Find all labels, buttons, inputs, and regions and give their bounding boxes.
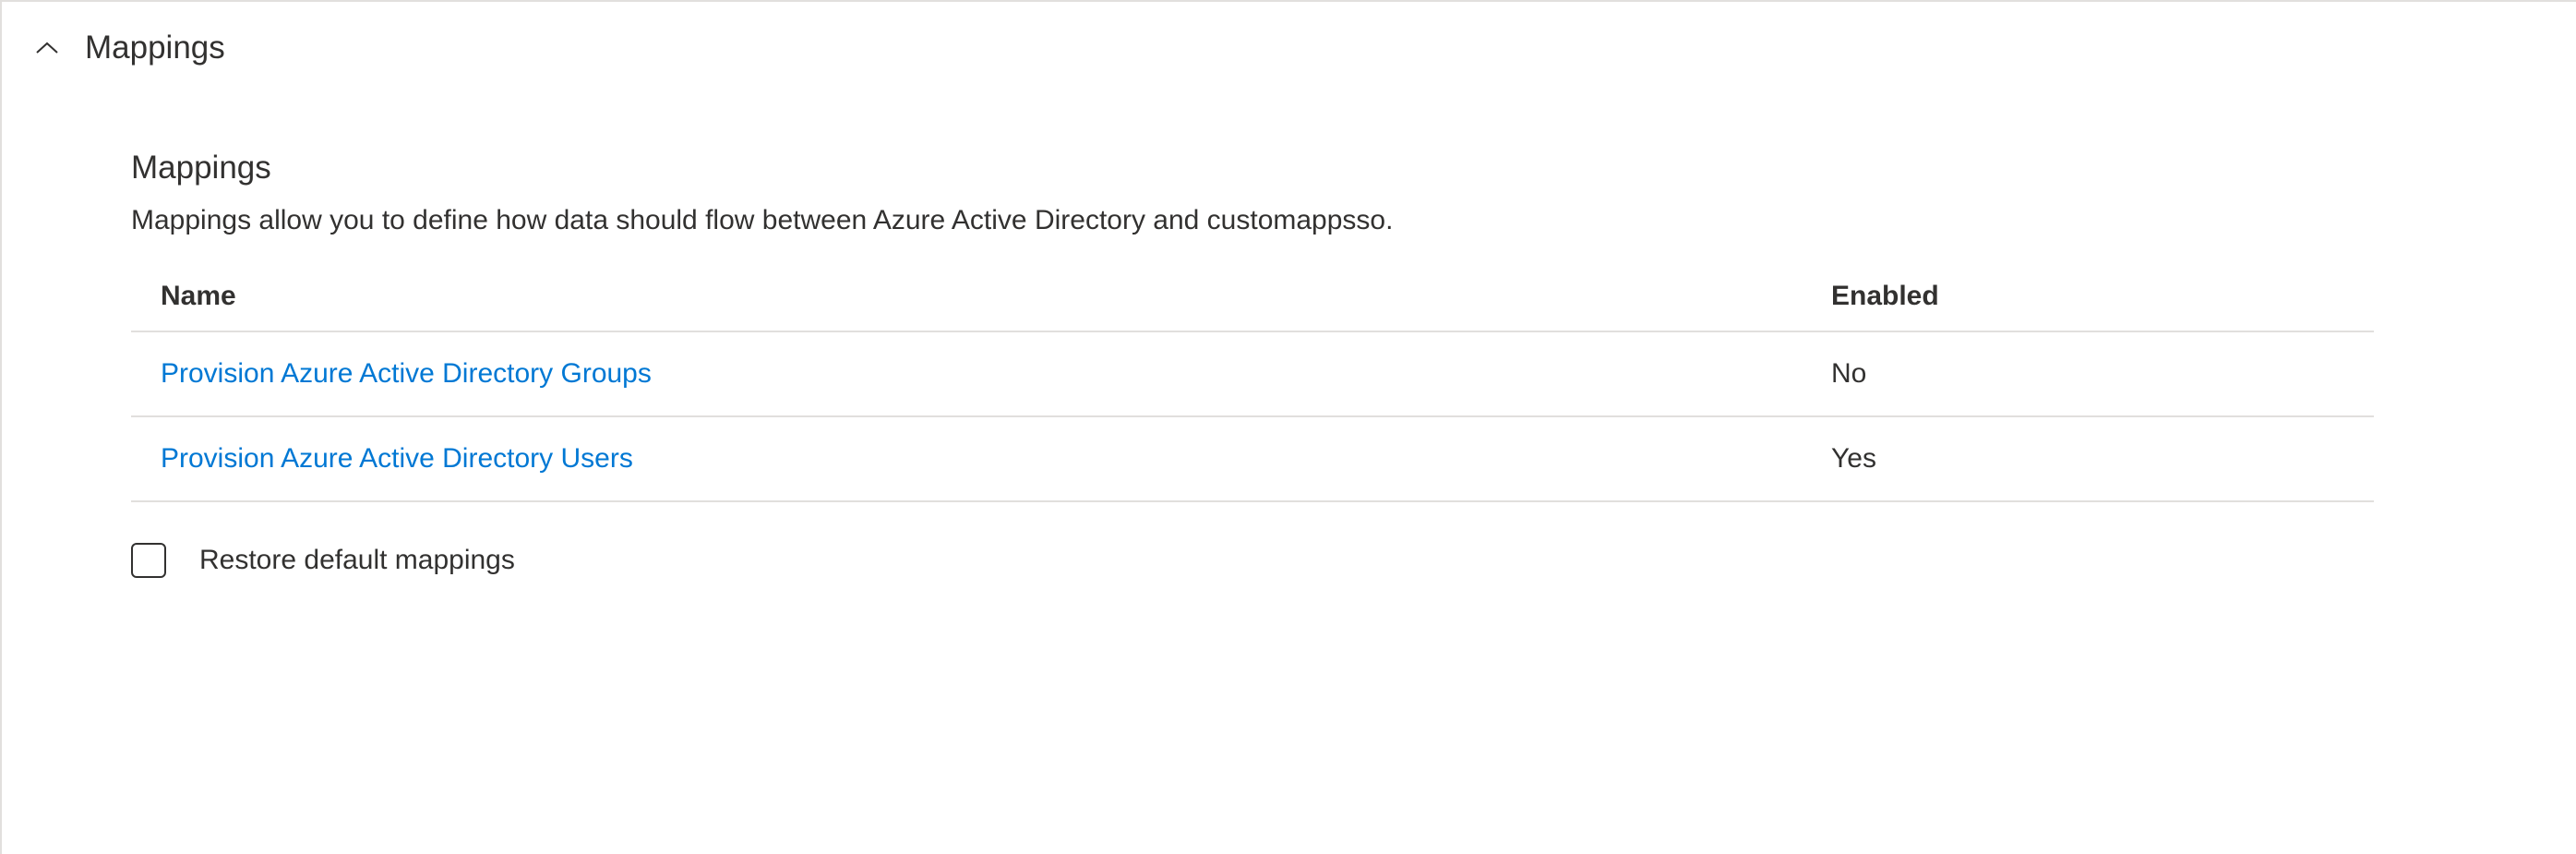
- mappings-table: Name Enabled Provision Azure Active Dire…: [131, 262, 2374, 502]
- subheading: Mappings: [131, 150, 2447, 186]
- mapping-link-users[interactable]: Provision Azure Active Directory Users: [161, 443, 633, 474]
- enabled-value: No: [1831, 358, 1866, 389]
- section-title: Mappings: [85, 30, 225, 66]
- header-name: Name: [161, 281, 1831, 312]
- header-enabled: Enabled: [1831, 281, 2344, 312]
- mapping-link-groups[interactable]: Provision Azure Active Directory Groups: [161, 358, 652, 389]
- restore-default-checkbox[interactable]: [131, 543, 166, 578]
- table-header: Name Enabled: [131, 262, 2374, 332]
- mappings-section-toggle[interactable]: Mappings: [2, 2, 2576, 94]
- enabled-value: Yes: [1831, 443, 1876, 474]
- mappings-panel: Mappings Mappings Mappings allow you to …: [0, 0, 2576, 854]
- restore-default-row: Restore default mappings: [131, 502, 2447, 578]
- restore-default-label[interactable]: Restore default mappings: [199, 545, 515, 576]
- section-body: Mappings Mappings allow you to define ho…: [2, 94, 2576, 578]
- table-row: Provision Azure Active Directory Users Y…: [131, 417, 2374, 502]
- table-row: Provision Azure Active Directory Groups …: [131, 332, 2374, 417]
- description: Mappings allow you to define how data sh…: [131, 205, 2447, 236]
- chevron-up-icon: [35, 41, 59, 55]
